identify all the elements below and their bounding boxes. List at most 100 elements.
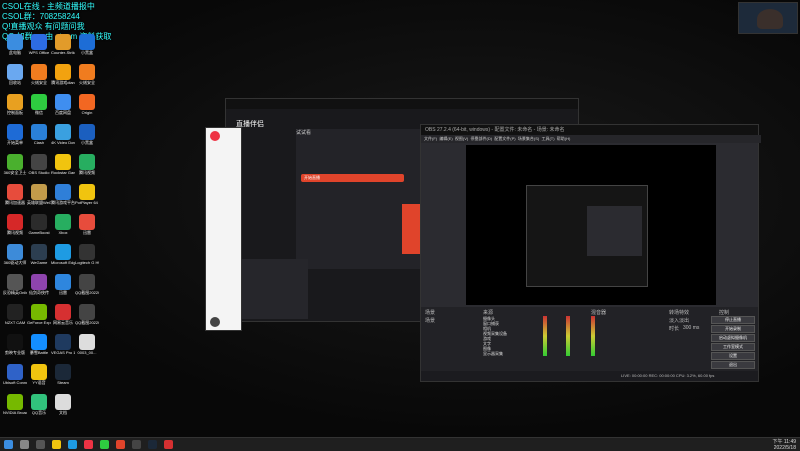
obs-control-button[interactable]: 退出 bbox=[711, 361, 755, 369]
desktop-icon[interactable]: 腾讯游戏平台 bbox=[51, 184, 75, 205]
desktop-icon[interactable]: Microsoft Edge bbox=[51, 244, 75, 265]
desktop-icon-label: VEGAS Pro 19.0 bbox=[51, 350, 75, 355]
app-icon bbox=[31, 154, 47, 170]
desktop-icon[interactable]: GameBoost bbox=[27, 214, 51, 235]
desktop-icon[interactable]: NVIDIA Broadcast bbox=[3, 394, 27, 415]
start-button[interactable] bbox=[4, 440, 13, 449]
desktop-icon[interactable]: 文档 bbox=[51, 394, 75, 415]
streaming-app-icon[interactable] bbox=[116, 440, 125, 449]
music-icon[interactable] bbox=[164, 440, 173, 449]
desktop-icon[interactable]: OBS Studio bbox=[27, 154, 51, 175]
app-icon bbox=[31, 34, 47, 50]
obs-control-button[interactable]: 工作室模式 bbox=[711, 343, 755, 351]
menu-tools[interactable]: 工具(T) bbox=[541, 136, 554, 141]
desktop-icon[interactable]: 剪映专业版 bbox=[3, 334, 27, 355]
desktop-icon[interactable]: 暴雪Battle bbox=[27, 334, 51, 355]
controls-header: 控制 bbox=[719, 310, 730, 316]
desktop-icon[interactable]: 腾讯视频 bbox=[3, 214, 27, 235]
obs-control-button[interactable]: 开始录制 bbox=[711, 325, 755, 333]
tab-try[interactable]: 试试看 bbox=[296, 129, 311, 136]
app-icon bbox=[79, 244, 95, 260]
desktop-icon[interactable]: PotPlayer 64 bit bbox=[75, 184, 99, 205]
desktop-icon-label: 网易云音乐 bbox=[53, 320, 73, 325]
desktop-icon[interactable]: Logitech G HUB bbox=[75, 244, 99, 265]
desktop-icon[interactable]: 迅雷 bbox=[51, 274, 75, 295]
desktop-icon[interactable]: 4K Video Download... bbox=[51, 124, 75, 145]
menu-edit[interactable]: 编辑(E) bbox=[439, 136, 452, 141]
menu-scene-collection[interactable]: 场景集合(S) bbox=[518, 136, 539, 141]
audio-meter bbox=[591, 316, 595, 356]
duration-input[interactable]: 300 ms bbox=[683, 325, 699, 331]
desktop-icon[interactable]: 仙剑奇侠传 bbox=[27, 274, 51, 295]
qq-icon[interactable] bbox=[84, 440, 93, 449]
desktop-icon[interactable]: YY语音 bbox=[27, 364, 51, 385]
source-item[interactable]: 显示器采集 bbox=[483, 351, 533, 356]
app-icon bbox=[31, 394, 47, 410]
desktop-icon[interactable]: Counter-Strike Global Off... bbox=[51, 34, 75, 55]
obs-icon[interactable] bbox=[132, 440, 141, 449]
task-view-icon[interactable] bbox=[36, 440, 45, 449]
edge-icon[interactable] bbox=[68, 440, 77, 449]
desktop-icon[interactable]: 迅雷 bbox=[75, 214, 99, 235]
desktop-icon[interactable]: Origin bbox=[75, 94, 99, 115]
desktop-icon[interactable]: QQ音乐 bbox=[27, 394, 51, 415]
desktop-icon[interactable]: 腾讯游戏dian bbox=[51, 64, 75, 85]
desktop-icon-label: 火绒安全 bbox=[31, 80, 47, 85]
desktop-icon[interactable]: 控制面板 bbox=[3, 94, 27, 115]
desktop-icon[interactable]: 火绒安全 bbox=[75, 64, 99, 85]
menu-view[interactable]: 视图(V) bbox=[455, 136, 468, 141]
transition-select[interactable]: 淡入淡出 bbox=[669, 317, 689, 324]
system-clock[interactable]: 下午 11:49 2022/5/18 bbox=[772, 439, 796, 451]
desktop-icon-label: 小黑盒 bbox=[81, 50, 93, 55]
desktop-icon[interactable]: Steam bbox=[51, 364, 75, 385]
duration-label: 时长 bbox=[669, 326, 680, 332]
desktop-icon[interactable] bbox=[75, 364, 99, 380]
desktop-icon[interactable]: QQ截图20220... bbox=[75, 304, 99, 325]
desktop-icon[interactable]: Clash bbox=[27, 124, 51, 145]
desktop-icon[interactable]: 此电脑 bbox=[3, 34, 27, 55]
desktop-icon[interactable]: 小黑盒 bbox=[75, 34, 99, 55]
desktop-icon[interactable]: 网易云音乐 bbox=[51, 304, 75, 325]
obs-control-button[interactable]: 设置 bbox=[711, 352, 755, 360]
desktop-icon[interactable]: Ubisoft Connect bbox=[3, 364, 27, 385]
desktop-icon[interactable]: 开始菜单 bbox=[3, 124, 27, 145]
desktop-icon[interactable]: 腾讯加速器 bbox=[3, 184, 27, 205]
obs-control-button[interactable]: 启动虚拟摄像机 bbox=[711, 334, 755, 342]
app-icon bbox=[31, 334, 47, 350]
obs-control-button[interactable]: 停止直播 bbox=[711, 316, 755, 324]
desktop-icon[interactable]: 腾讯视频 bbox=[75, 154, 99, 175]
desktop-icon[interactable]: 微信 bbox=[27, 94, 51, 115]
desktop-icon[interactable]: WeGame bbox=[27, 244, 51, 265]
desktop-icon[interactable]: Rockstar Games... bbox=[51, 154, 75, 175]
desktop-icon[interactable]: 英雄联盟WeGame bbox=[27, 184, 51, 205]
avatar[interactable] bbox=[210, 317, 220, 327]
desktop-icon[interactable]: 百度网盘 bbox=[51, 94, 75, 115]
obs-preview-canvas[interactable] bbox=[466, 145, 716, 305]
app-icon bbox=[79, 214, 95, 230]
app-icon bbox=[79, 304, 95, 320]
desktop-icon[interactable]: 火绒安全 bbox=[27, 64, 51, 85]
desktop-icon[interactable]: 回收站 bbox=[3, 64, 27, 85]
desktop-icon[interactable]: NZXT CAM bbox=[3, 304, 27, 325]
desktop-icon[interactable]: QQ截图20220... bbox=[75, 274, 99, 295]
steam-icon[interactable] bbox=[148, 440, 157, 449]
desktop-icon[interactable]: WPS Office bbox=[27, 34, 51, 55]
desktop-icon[interactable]: GeForce Experience bbox=[27, 304, 51, 325]
search-icon[interactable] bbox=[20, 440, 29, 449]
menu-profile[interactable]: 配置文件(P) bbox=[494, 136, 515, 141]
menu-file[interactable]: 文件(F) bbox=[424, 136, 437, 141]
desktop-icon[interactable]: 0003_00... bbox=[75, 334, 99, 355]
wechat-icon[interactable] bbox=[100, 440, 109, 449]
desktop-icon[interactable]: 反恐精英Online bbox=[3, 274, 27, 295]
desktop-icon[interactable]: 360安全卫士 bbox=[3, 154, 27, 175]
menu-docks[interactable]: 停靠部件(D) bbox=[471, 136, 493, 141]
menu-help[interactable]: 帮助(H) bbox=[557, 136, 571, 141]
desktop-icon[interactable]: 360驱动大师 bbox=[3, 244, 27, 265]
file-explorer-icon[interactable] bbox=[52, 440, 61, 449]
start-live-button[interactable]: 开始直播 bbox=[301, 174, 404, 182]
scene-item[interactable]: 场景 bbox=[425, 317, 435, 324]
desktop-icon[interactable]: VEGAS Pro 19.0 bbox=[51, 334, 75, 355]
desktop-icon[interactable]: Xbox bbox=[51, 214, 75, 235]
desktop-icon-label: 此电脑 bbox=[9, 50, 21, 55]
desktop-icon[interactable]: 小黑盒 bbox=[75, 124, 99, 145]
